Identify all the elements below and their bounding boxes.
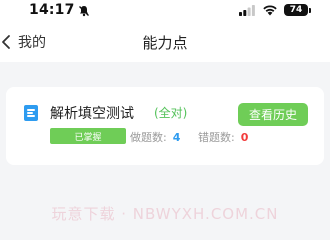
page-title: 能力点	[142, 34, 188, 52]
status-time: 14:17	[29, 2, 75, 18]
signal-icon	[239, 5, 255, 16]
bell-off-icon	[79, 6, 89, 17]
battery-cap	[309, 8, 311, 13]
wrong-count-value: 0	[240, 130, 249, 144]
done-count-value: 4	[172, 130, 181, 144]
ability-card: 解析填空测试 (全对) 查看历史 已掌握 做题数: 4 错题数: 0	[6, 87, 324, 165]
document-icon	[24, 105, 38, 121]
done-count-label: 做题数:	[130, 131, 167, 144]
view-history-button[interactable]: 查看历史	[238, 103, 308, 126]
wrong-count-label: 错题数:	[198, 131, 235, 144]
wifi-icon	[263, 5, 277, 16]
status-bar: 14:17 74	[0, 0, 330, 22]
mastered-badge: 已掌握	[50, 128, 126, 144]
battery-level: 74	[289, 5, 303, 15]
result-label: (全对)	[154, 106, 188, 120]
nav-bar: 我的 能力点	[0, 22, 330, 62]
wrong-count-stat: 错题数: 0	[198, 129, 248, 145]
done-count-stat: 做题数: 4	[130, 129, 180, 145]
battery-icon: 74	[284, 4, 308, 16]
card-title: 解析填空测试	[50, 106, 134, 122]
watermark: 玩意下载 · NBWYXH.COM.CN	[51, 205, 279, 223]
